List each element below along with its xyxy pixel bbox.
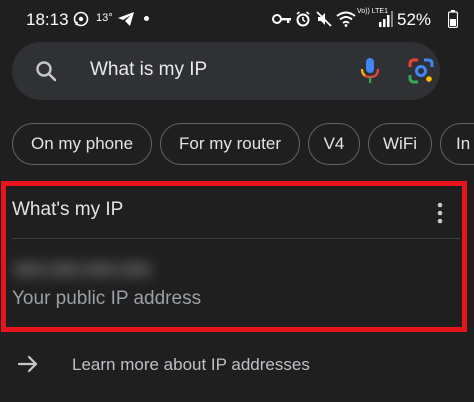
- whatsapp-icon: [71, 8, 91, 30]
- notification-dot: [144, 16, 149, 21]
- status-time: 18:13: [26, 10, 69, 29]
- lens-icon[interactable]: [407, 57, 435, 85]
- status-bar: 18:13 13° Vo)) LTE1 52%: [0, 0, 474, 38]
- more-options-icon[interactable]: [433, 201, 447, 225]
- chip-on-my-phone[interactable]: On my phone: [12, 123, 152, 165]
- battery-icon: [443, 8, 463, 30]
- screen: 18:13 13° Vo)) LTE1 52% What is my IP On…: [0, 0, 474, 402]
- status-temperature: 13°: [96, 12, 113, 24]
- mute-icon: [314, 8, 334, 30]
- chip-v4[interactable]: V4: [308, 123, 360, 165]
- wifi-icon: [336, 8, 356, 30]
- chip-wifi[interactable]: WiFi: [368, 123, 432, 165]
- card-title: What's my IP: [12, 199, 124, 220]
- chip-in[interactable]: In: [440, 123, 474, 165]
- learn-more-link[interactable]: Learn more about IP addresses: [72, 355, 310, 375]
- mic-icon[interactable]: [358, 57, 382, 85]
- chip-for-my-router[interactable]: For my router: [160, 123, 300, 165]
- suggestion-chips: On my phone For my router V4 WiFi In: [0, 123, 474, 167]
- alarm-icon: [293, 8, 313, 30]
- key-icon: [272, 8, 292, 30]
- ip-caption: Your public IP address: [12, 288, 202, 309]
- ip-address-value: xxx.xxx.xxx.xxx: [14, 258, 151, 280]
- battery-percent: 52%: [397, 10, 432, 29]
- search-input[interactable]: What is my IP: [90, 59, 207, 81]
- card-divider: [12, 238, 460, 239]
- telegram-icon: [116, 8, 136, 30]
- search-bar[interactable]: What is my IP: [12, 42, 440, 100]
- cell-signal-icon: [376, 8, 396, 30]
- search-icon: [34, 59, 58, 83]
- arrow-right-icon: [16, 352, 40, 376]
